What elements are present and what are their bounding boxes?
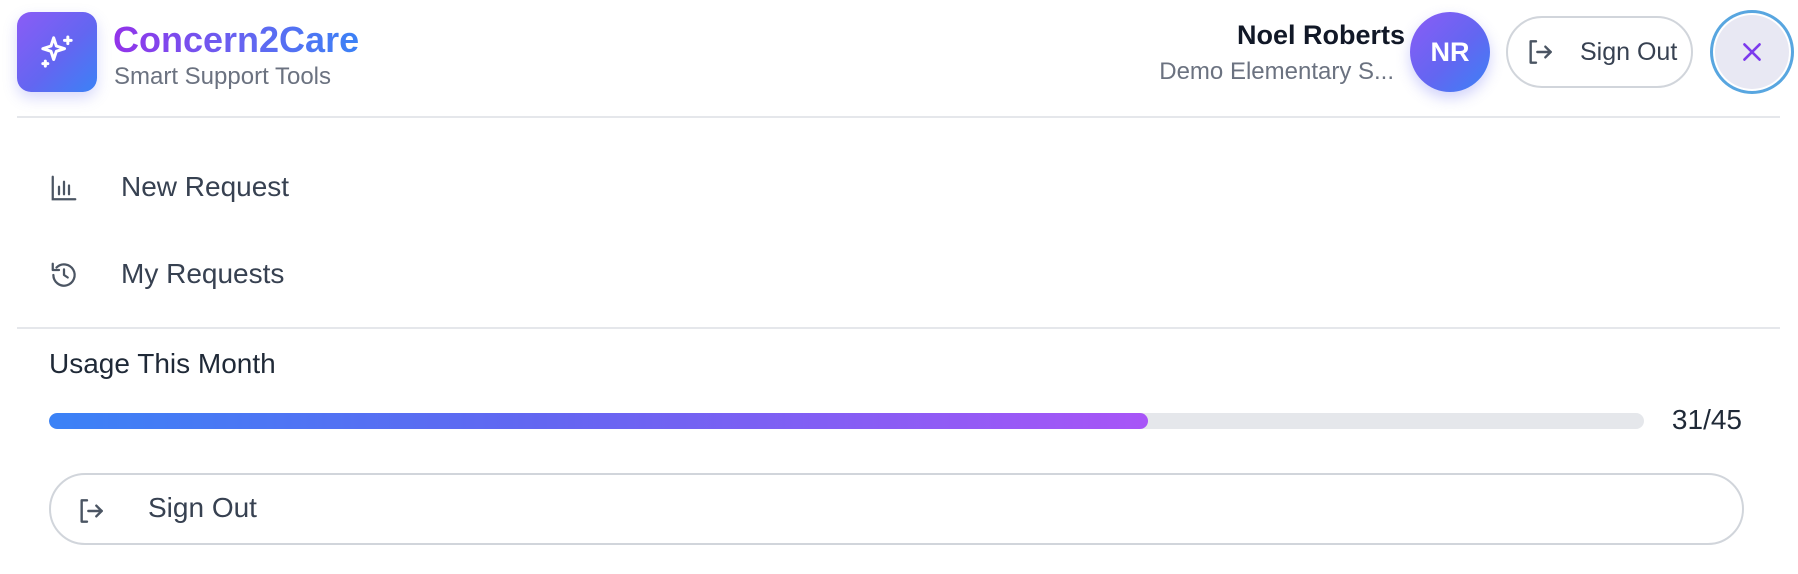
- sign-out-icon: [80, 499, 103, 523]
- sparkles-icon: [41, 35, 73, 68]
- user-name: Noel Roberts: [1236, 20, 1405, 50]
- user-school: Demo Elementary S...: [1159, 58, 1394, 85]
- nav-item-new-request[interactable]: New Request: [17, 147, 1780, 227]
- close-icon: [1743, 43, 1761, 61]
- sign-out-button[interactable]: Sign Out: [49, 473, 1744, 545]
- nav-item-my-requests[interactable]: My Requests: [17, 234, 1780, 314]
- sign-out-label: Sign Out: [148, 492, 257, 523]
- brand-subtitle: Smart Support Tools: [114, 63, 331, 90]
- usage-count: 31/45: [1671, 404, 1742, 435]
- nav-item-label: New Request: [121, 171, 290, 202]
- nav-item-label: My Requests: [121, 258, 285, 289]
- close-menu-button[interactable]: [1710, 10, 1794, 94]
- app-logo: [17, 12, 97, 92]
- divider: [17, 327, 1780, 329]
- avatar-initials: NR: [1430, 36, 1470, 67]
- mobile-menu-panel: Concern2Care Smart Support Tools Noel Ro…: [0, 0, 1798, 574]
- usage-progress-fill: [49, 413, 1148, 429]
- header-sign-out-label: Sign Out: [1580, 37, 1678, 66]
- history-icon: [51, 262, 76, 287]
- bar-chart-icon: [51, 175, 77, 201]
- usage-title: Usage This Month: [49, 348, 276, 379]
- brand-title: Concern2Care: [113, 19, 360, 60]
- usage-progress-bar: [49, 413, 1644, 429]
- avatar[interactable]: NR: [1410, 12, 1490, 92]
- header-sign-out-button[interactable]: Sign Out: [1506, 16, 1693, 88]
- menu-header: Concern2Care Smart Support Tools Noel Ro…: [17, 0, 1794, 118]
- sign-out-icon: [1529, 40, 1552, 64]
